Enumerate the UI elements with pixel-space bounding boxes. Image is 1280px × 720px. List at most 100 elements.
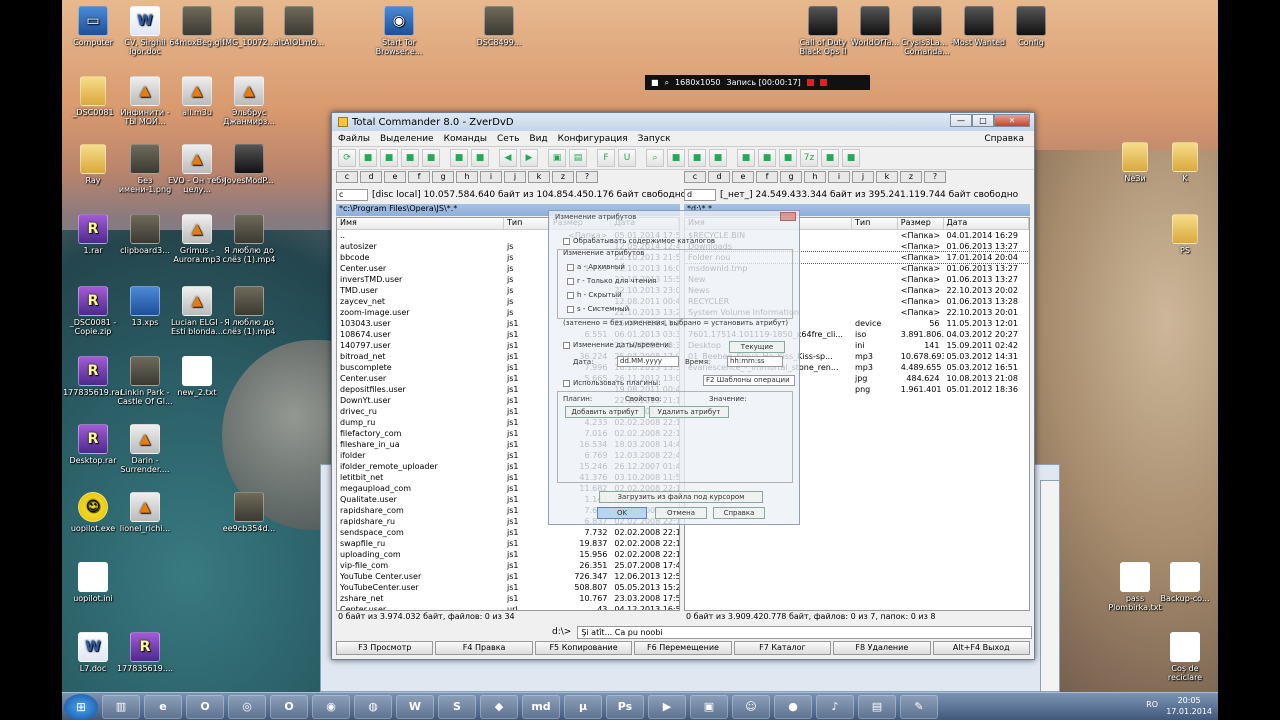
column-2[interactable]: Размер — [898, 218, 944, 229]
maximize-button[interactable]: □ — [972, 114, 994, 127]
search-icon[interactable]: ⌕ — [665, 78, 669, 88]
unpack-icon[interactable]: ▤ — [569, 149, 587, 167]
drive-button[interactable]: d — [360, 171, 382, 183]
menu-item[interactable]: Сеть — [497, 134, 519, 144]
drive-button[interactable]: j — [852, 171, 874, 183]
load-from-file-button[interactable]: Загрузить из файла под курсором — [599, 491, 763, 503]
refresh-icon[interactable]: ⟳ — [338, 149, 356, 167]
desktop-icon-item[interactable]: K — [1154, 142, 1216, 183]
eraser-icon[interactable]: ■ — [842, 149, 860, 167]
fkey-button[interactable]: F6 Перемещение — [634, 641, 732, 655]
back-icon[interactable]: ◀ — [499, 149, 517, 167]
drive-button[interactable]: z — [900, 171, 922, 183]
column-1[interactable]: Тип — [504, 218, 550, 229]
file-row[interactable]: Center.user url 43 04.12.2013 16:55 — [337, 604, 679, 610]
fkey-button[interactable]: Alt+F4 Выход — [932, 641, 1030, 655]
drive-button[interactable]: ? — [576, 171, 598, 183]
notepad-icon[interactable]: ■ — [737, 149, 755, 167]
utorrent-icon[interactable]: µ — [564, 694, 602, 719]
column-3[interactable]: Дата — [944, 218, 1029, 229]
forward-icon[interactable]: ▶ — [520, 149, 538, 167]
dialog-title[interactable]: Изменение атрибутов — [549, 211, 799, 223]
window-titlebar[interactable]: Total Commander 8.0 - ZverDvD — □ ✕ — [332, 113, 1034, 131]
file-row[interactable]: uploading_com js1 15.956 02.02.2008 22:14 — [337, 549, 679, 560]
pack-icon[interactable]: ▣ — [548, 149, 566, 167]
plugin-template-select[interactable]: F2 Шаблоны операции — [703, 375, 795, 386]
use-plugins-checkbox[interactable]: Использовать плагины: — [563, 379, 660, 387]
menu-item[interactable]: Файлы — [338, 134, 370, 144]
file-row[interactable]: swapfile_ru js1 19.837 02.02.2008 22:14 — [337, 538, 679, 549]
desktop-icon-item[interactable]: ◉ Start Tor Browser.e... — [368, 6, 430, 56]
smiley-icon[interactable]: ☺ — [732, 694, 770, 719]
recording-toolbar[interactable]: ■ ⌕ 1680x1050 Запись [00:00:17] — [645, 75, 870, 90]
menu-help[interactable]: Справка — [984, 134, 1024, 144]
cancel-button[interactable]: Отмена — [655, 507, 707, 519]
menu-item[interactable]: Вид — [529, 134, 547, 144]
md-icon[interactable]: md — [522, 694, 560, 719]
desktop-icon-item[interactable]: Config — [1000, 6, 1062, 47]
record-icon[interactable]: ● — [774, 694, 812, 719]
menu-item[interactable]: Команды — [444, 134, 487, 144]
photoshop-icon[interactable]: Ps — [606, 694, 644, 719]
invert-selection-icon[interactable]: ■ — [450, 149, 468, 167]
date-input[interactable]: dd.MM.yyyy — [617, 356, 679, 367]
menu-item[interactable]: Конфигурация — [558, 134, 628, 144]
column-0[interactable]: Имя — [337, 218, 504, 229]
desktop-icon-item[interactable]: R 177835619.... — [114, 632, 176, 673]
clock[interactable]: 20:05 17.01.2014 — [1166, 695, 1212, 717]
skype-icon[interactable]: S — [438, 694, 476, 719]
ok-button[interactable]: OK — [597, 507, 647, 519]
drive-button[interactable]: i — [480, 171, 502, 183]
desktop-icon-item[interactable]: JovesModP... — [218, 144, 280, 185]
select-icon[interactable]: ■ — [471, 149, 489, 167]
attr-readonly-checkbox[interactable]: r - Только для чтения — [567, 277, 656, 285]
desktop-icon-item[interactable]: PS — [1154, 214, 1216, 255]
fkey-button[interactable]: F7 Каталог — [733, 641, 832, 655]
paint-icon[interactable]: ✎ — [900, 694, 938, 719]
drive-button[interactable]: ? — [924, 171, 946, 183]
drive-button[interactable]: d — [708, 171, 730, 183]
minimize-button[interactable]: — — [950, 114, 972, 127]
desktop-icon-item[interactable]: ▲ Эльбрус Джанмирз... — [218, 76, 280, 126]
record-stop-icon[interactable] — [806, 79, 814, 86]
current-datetime-button[interactable]: Текущие — [729, 341, 785, 353]
command-input[interactable]: Şi atît... Ca pu noobi — [577, 625, 1033, 639]
fkey-button[interactable]: F5 Копирование — [534, 641, 633, 655]
right-drive-combo[interactable]: d — [684, 188, 716, 201]
time-input[interactable]: hh:mm:ss — [727, 356, 783, 367]
attr-hidden-checkbox[interactable]: h - Скрытый — [567, 291, 622, 299]
sfx-icon[interactable]: ■ — [821, 149, 839, 167]
tree-icon[interactable]: ■ — [422, 149, 440, 167]
menu-item[interactable]: Выделение — [380, 134, 434, 144]
dialog-close-button[interactable] — [780, 212, 796, 221]
desktop-icon-item[interactable]: ▲ lionel_richi... — [114, 492, 176, 533]
file-row[interactable]: YouTubeCenter.user js1 508.807 05.05.2013 1… — [337, 582, 679, 593]
opera-alt-icon[interactable]: O — [270, 694, 308, 719]
fkey-button[interactable]: F8 Удаление — [833, 641, 931, 655]
file-manager-icon[interactable]: ▥ — [102, 694, 140, 719]
drive-button[interactable]: g — [780, 171, 802, 183]
column-1[interactable]: Тип — [852, 218, 898, 229]
drive-button[interactable]: k — [876, 171, 898, 183]
fkey-button[interactable]: F3 Просмотр — [336, 641, 434, 655]
desktop-icon-item[interactable]: uopilot.ini — [62, 562, 124, 603]
file-row[interactable]: sendspace_com js1 7.732 02.02.2008 22:14 — [337, 527, 679, 538]
desktop-icon-item[interactable]: ▲ Darin - Surrender.... — [114, 424, 176, 474]
menu-item[interactable]: Запуск — [638, 134, 671, 144]
thumbnails-icon[interactable]: ■ — [401, 149, 419, 167]
left-drive-combo[interactable]: c — [336, 188, 368, 201]
drive-button[interactable]: c — [684, 171, 706, 183]
ie-icon[interactable]: e — [144, 694, 182, 719]
record-pause-icon[interactable] — [819, 79, 827, 86]
chrome-icon[interactable]: ◉ — [312, 694, 350, 719]
drive-button[interactable]: h — [804, 171, 826, 183]
sync-icon[interactable]: ■ — [709, 149, 727, 167]
compare-icon[interactable]: ■ — [688, 149, 706, 167]
tc-icon[interactable]: ▤ — [858, 694, 896, 719]
tray-lang[interactable]: RO — [1146, 700, 1158, 709]
file-row[interactable]: zshare_net js1 10.767 23.03.2008 17:57 — [337, 593, 679, 604]
process-subdirs-checkbox[interactable]: Обрабатывать содержимое каталогов — [563, 237, 715, 245]
file-row[interactable]: vip-file_com js1 26.351 25.07.2008 17:42 — [337, 560, 679, 571]
ftp-icon[interactable]: F — [597, 149, 615, 167]
desktop-icon-item[interactable]: Coș de reciclare — [1154, 632, 1216, 682]
